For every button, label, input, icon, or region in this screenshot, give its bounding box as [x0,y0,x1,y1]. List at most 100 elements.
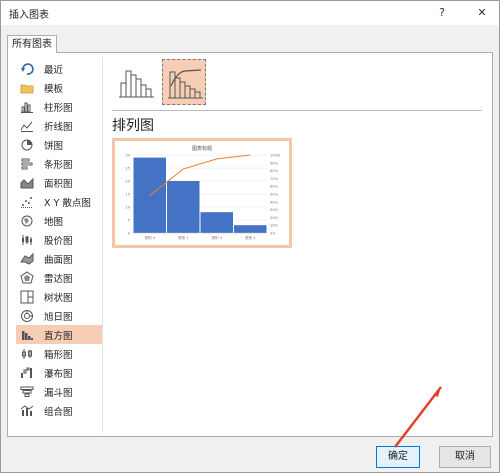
annotation-arrow [394,386,442,448]
help-button[interactable]: ? [431,3,453,23]
y2-tick-label: 30% [270,208,279,212]
sidebar-item-label: 曲面图 [44,254,73,266]
sidebar-item-label: 折线图 [44,121,73,133]
bar [234,225,267,233]
sidebar-item-box-whisker-chart[interactable]: 箱形图 [16,344,102,363]
sidebar-item-waterfall-chart[interactable]: 瀑布图 [16,363,102,382]
sidebar-item-label: 瀑布图 [44,368,73,380]
pareto-subtype-thumbnail[interactable] [162,59,206,105]
sidebar-item-map-chart[interactable]: 地图 [16,211,102,230]
insert-chart-dialog: 插入图表 ? ✕ 所有图表 最近模板柱形图折线图饼图条形图面积图 X Y 散点图地… [0,0,500,473]
sidebar-item-recent[interactable]: 最近 [16,59,102,78]
line-chart-icon [20,119,34,133]
map-chart-icon [20,214,34,228]
y2-tick-label: 60% [270,185,279,189]
y-tick-label: 25 [125,167,130,171]
funnel-chart-icon [20,385,34,399]
y-tick-label: 10 [125,206,130,210]
pie-chart-icon [20,138,34,152]
sidebar-item-label: 树状图 [44,292,73,304]
sidebar-item-label: 模板 [44,83,64,95]
histogram-subtype-thumbnail[interactable] [114,59,158,105]
sidebar-item-label: X Y 散点图 [44,197,91,209]
y-tick-label: 5 [128,219,130,223]
x-tick-label: 类别 2 [245,235,256,240]
sidebar-item-scatter-chart[interactable]: X Y 散点图 [16,192,102,211]
sidebar-item-area-chart[interactable]: 面积图 [16,173,102,192]
preview-chart-title: 图表标题 [192,145,212,152]
sidebar-item-label: 箱形图 [44,349,73,361]
preview-x-axis: 类别 4 类别 1 类别 3 类别 2 [133,232,267,240]
sidebar-item-sunburst-chart[interactable]: 旭日图 [16,306,102,325]
treemap-chart-icon [20,290,34,304]
sidebar-item-stock-chart[interactable]: 股价图 [16,230,102,249]
sidebar-item-histogram-chart[interactable]: 直方图 [16,325,102,344]
chart-panel: 最近模板柱形图折线图饼图条形图面积图 X Y 散点图 地图股价图曲面图雷达图树状图旭… [7,52,493,437]
sidebar-item-label: 地图 [44,216,64,228]
scatter-chart-icon [20,195,34,209]
sidebar-item-label: 柱形图 [44,102,73,114]
y2-tick-label: 70% [270,177,279,181]
y-tick-label: 20 [125,180,130,184]
sidebar-item-label: 组合图 [44,406,73,418]
sidebar-item-label: 最近 [44,64,64,76]
x-tick-label: 类别 4 [144,235,155,240]
preview-bars [133,157,267,233]
preview-y-axis: 0 5 10 15 20 25 30 [125,154,130,236]
sidebar-item-label: 漏斗图 [44,387,73,399]
sidebar-item-label: 面积图 [44,178,73,190]
sidebar-item-radar-chart[interactable]: 雷达图 [16,268,102,287]
recent-icon [20,62,34,76]
y2-tick-label: 10% [270,224,279,228]
y2-tick-label: 20% [270,216,279,220]
y2-tick-label: 90% [270,161,279,165]
histogram-subtype-icon [119,70,154,98]
dialog-title: 插入图表 [9,10,49,21]
sidebar-item-column-chart[interactable]: 柱形图 [16,97,102,116]
y-tick-label: 30 [125,154,130,158]
sidebar-item-surface-chart[interactable]: 曲面图 [16,249,102,268]
sidebar-item-treemap-chart[interactable]: 树状图 [16,287,102,306]
close-button[interactable]: ✕ [471,3,493,23]
preview-secondary-y-axis: 0% 10% 20% 30% 40% 50% 60% 70% 80% 90% 100% [270,154,281,236]
column-chart-icon [20,100,34,114]
sidebar-item-line-chart[interactable]: 折线图 [16,116,102,135]
sidebar-item-label: 股价图 [44,235,73,247]
sidebar-item-label: 直方图 [44,330,73,342]
y2-tick-label: 0% [270,232,276,236]
sidebar-item-combo-chart[interactable]: 组合图 [16,401,102,420]
pareto-preview-chart: 图表标题 0 5 10 15 20 25 30 0% 10% 20% 30% 40% 50% 60% 70… [125,145,281,240]
sidebar-item-label: 雷达图 [44,273,73,285]
y2-tick-label: 100% [270,154,281,158]
sidebar-item-pie-chart[interactable]: 饼图 [16,135,102,154]
x-tick-label: 类别 3 [211,235,222,240]
y2-tick-label: 80% [270,169,279,173]
bar-chart-icon [20,157,34,171]
tab-all-charts[interactable]: 所有图表 [7,35,57,53]
sidebar-item-label: 旭日图 [44,311,73,323]
y-tick-label: 0 [128,232,131,236]
sidebar-item-label: 饼图 [44,140,64,152]
y2-tick-label: 40% [270,200,279,204]
bar [200,212,233,233]
folder-icon [20,81,34,95]
surface-chart-icon [20,252,34,266]
waterfall-chart-icon [20,366,34,380]
title-bar: 插入图表 ? ✕ [1,1,499,25]
pareto-subtype-icon [168,69,203,99]
y2-tick-label: 50% [270,193,279,197]
bar [167,181,200,233]
sidebar-item-folder[interactable]: 模板 [16,78,102,97]
sunburst-chart-icon [20,309,34,323]
area-chart-icon [20,176,34,190]
histogram-chart-icon [20,328,34,342]
chart-preview[interactable]: 图表标题 0 5 10 15 20 25 30 0% 10% 20% 30% 40% 50% 60% 70… [112,138,292,248]
sidebar-item-label: 条形图 [44,159,73,171]
sidebar-divider [102,57,103,433]
selected-subtype-title: 排列图 [112,118,154,134]
chart-type-sidebar: 最近模板柱形图折线图饼图条形图面积图 X Y 散点图 地图股价图曲面图雷达图树状图旭… [16,59,102,420]
radar-chart-icon [20,270,34,285]
stock-chart-icon [20,233,34,247]
sidebar-item-bar-chart[interactable]: 条形图 [16,154,102,173]
sidebar-item-funnel-chart[interactable]: 漏斗图 [16,382,102,401]
